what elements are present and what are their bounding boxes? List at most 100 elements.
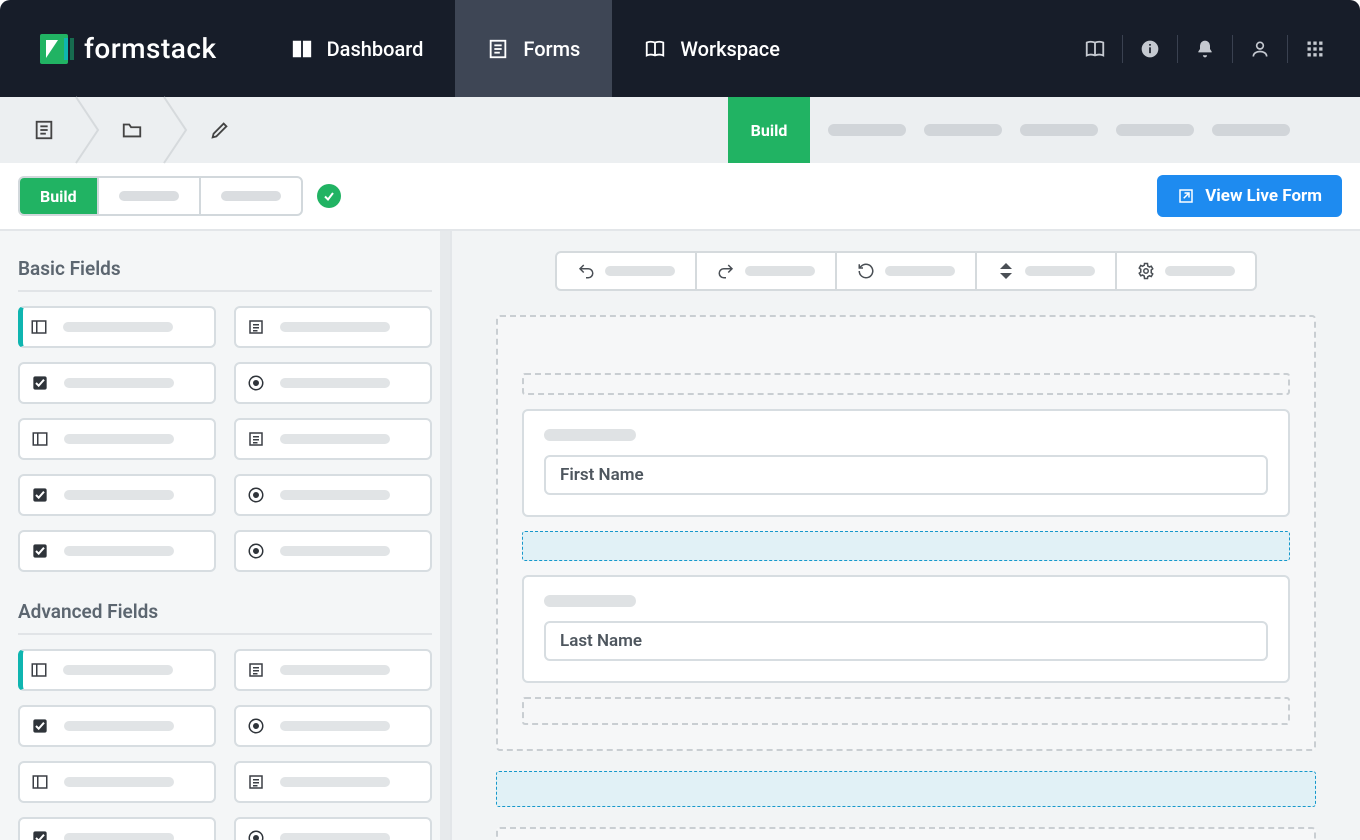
view-live-form-button[interactable]: View Live Form	[1157, 175, 1342, 217]
seg-build-label: Build	[40, 187, 77, 206]
radio-icon	[246, 716, 266, 736]
field-tile[interactable]	[234, 362, 432, 404]
brand-wordmark: formstack	[84, 32, 217, 65]
tab-build[interactable]: Build	[728, 97, 810, 163]
checkbox-icon	[30, 828, 50, 840]
build-segmented-control: Build	[18, 176, 303, 216]
list-icon	[246, 772, 266, 792]
seg-placeholder[interactable]	[201, 178, 301, 214]
drop-zone[interactable]	[522, 531, 1290, 561]
bell-icon[interactable]	[1182, 26, 1228, 72]
field-tile[interactable]	[234, 418, 432, 460]
redo-button[interactable]	[697, 253, 837, 289]
refresh-button[interactable]	[837, 253, 977, 289]
brand-logo[interactable]: formstack	[0, 0, 259, 97]
field-tile[interactable]	[234, 705, 432, 747]
basic-fields-heading: Basic Fields	[18, 257, 432, 280]
seg-build[interactable]: Build	[20, 178, 99, 214]
tab-placeholder[interactable]	[1116, 124, 1194, 136]
canvas-toolbar	[496, 251, 1316, 291]
radio-icon	[246, 541, 266, 561]
tab-placeholder[interactable]	[828, 124, 906, 136]
last-name-input[interactable]: Last Name	[544, 621, 1268, 661]
field-tile[interactable]	[18, 705, 216, 747]
field-tile[interactable]	[234, 817, 432, 840]
field-tile[interactable]	[18, 418, 216, 460]
form-section[interactable]	[496, 827, 1316, 840]
last-name-field[interactable]: Last Name	[522, 575, 1290, 683]
breadcrumb-folder-icon[interactable]	[88, 97, 176, 163]
sort-button[interactable]	[977, 253, 1117, 289]
field-tile[interactable]	[234, 306, 432, 348]
user-icon[interactable]	[1237, 26, 1283, 72]
separator	[1232, 35, 1233, 63]
saved-check-icon	[317, 184, 341, 208]
separator	[1122, 35, 1123, 63]
form-section[interactable]: First Name Last Name	[496, 315, 1316, 751]
field-tile-label-placeholder	[280, 833, 390, 840]
divider	[18, 290, 432, 292]
info-icon[interactable]	[1127, 26, 1173, 72]
builder-tabs: Build	[728, 97, 1290, 163]
tab-placeholder[interactable]	[1212, 124, 1290, 136]
tab-placeholder[interactable]	[1020, 124, 1098, 136]
separator	[1177, 35, 1178, 63]
build-subtoolbar: Build View Live Form	[0, 163, 1360, 231]
form-icon	[487, 38, 509, 60]
field-tile[interactable]	[234, 530, 432, 572]
redo-icon	[717, 262, 735, 280]
nav-dashboard[interactable]: Dashboard	[259, 0, 456, 97]
separator	[1287, 35, 1288, 63]
refresh-icon	[857, 262, 875, 280]
breadcrumb-edit-icon[interactable]	[176, 97, 264, 163]
field-tile[interactable]	[18, 530, 216, 572]
apps-grid-icon[interactable]	[1292, 26, 1338, 72]
settings-button[interactable]	[1117, 253, 1255, 289]
field-tile[interactable]	[18, 306, 216, 348]
row-placeholder[interactable]	[522, 697, 1290, 725]
row-placeholder[interactable]	[522, 373, 1290, 395]
book-icon	[644, 38, 666, 60]
field-label-placeholder	[544, 595, 636, 607]
tab-placeholder[interactable]	[924, 124, 1002, 136]
list-icon	[246, 317, 266, 337]
field-tile[interactable]	[18, 362, 216, 404]
nav-forms[interactable]: Forms	[455, 0, 612, 97]
undo-button[interactable]	[557, 253, 697, 289]
list-icon	[246, 660, 266, 680]
seg-placeholder[interactable]	[99, 178, 201, 214]
nav-workspace[interactable]: Workspace	[612, 0, 812, 97]
field-tile[interactable]	[234, 649, 432, 691]
main-nav: Dashboard Forms Workspace	[259, 0, 812, 97]
workspace: Basic Fields Advanced Fields	[0, 231, 1360, 840]
nav-forms-label: Forms	[523, 37, 580, 61]
field-tile[interactable]	[18, 474, 216, 516]
field-tile[interactable]	[234, 761, 432, 803]
field-tile[interactable]	[18, 817, 216, 840]
breadcrumb-form-icon[interactable]	[0, 97, 88, 163]
list-icon	[246, 429, 266, 449]
last-name-input-text: Last Name	[560, 631, 642, 651]
advanced-fields-grid	[18, 649, 432, 840]
checkbox-icon	[30, 485, 50, 505]
field-tile[interactable]	[234, 474, 432, 516]
panel-left-icon	[30, 772, 50, 792]
first-name-field[interactable]: First Name	[522, 409, 1290, 517]
first-name-input[interactable]: First Name	[544, 455, 1268, 495]
field-tile-label-placeholder	[64, 721, 174, 731]
section-drop-zone[interactable]	[496, 771, 1316, 807]
field-tile-label-placeholder	[280, 322, 390, 332]
section-header-placeholder	[498, 317, 1314, 359]
field-tile[interactable]	[18, 649, 216, 691]
view-live-label: View Live Form	[1205, 186, 1322, 206]
breadcrumb-bar: Build	[0, 97, 1360, 163]
dashboard-icon	[291, 38, 313, 60]
panel-left-icon	[29, 317, 49, 337]
sidebar-resize-handle[interactable]	[440, 231, 450, 840]
formstack-logo-icon	[40, 32, 74, 66]
tab-build-label: Build	[751, 121, 788, 140]
field-label-placeholder	[544, 429, 636, 441]
help-book-icon[interactable]	[1072, 26, 1118, 72]
field-tile-label-placeholder	[64, 490, 174, 500]
field-tile[interactable]	[18, 761, 216, 803]
